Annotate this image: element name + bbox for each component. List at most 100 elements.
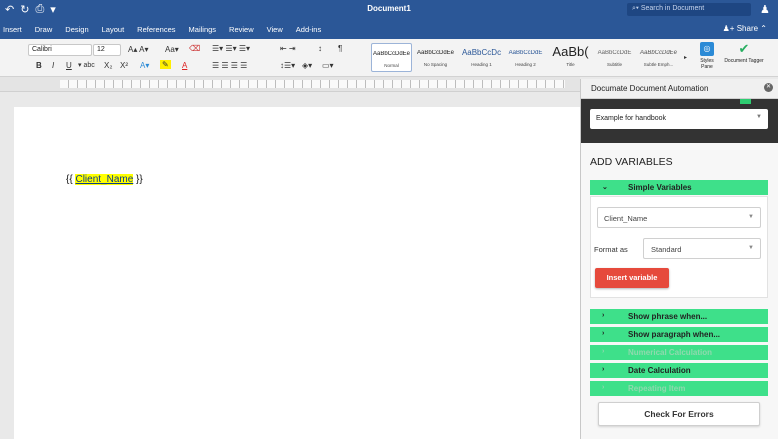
tab-draw[interactable]: Draw [35, 25, 53, 34]
tab-add-ins[interactable]: Add-ins [296, 25, 321, 34]
taskpane-body: ADD VARIABLES ⌄ Simple Variables Client_… [581, 143, 778, 439]
section-label: Show paragraph when... [628, 330, 721, 339]
paragraph-marks-icon[interactable]: ¶ [338, 44, 342, 53]
style-sample: AaBbCcDdEe [639, 50, 678, 56]
document-paragraph[interactable]: {{ Client_Name }} [66, 174, 143, 185]
style-sample: AaBbCcDdEe [372, 51, 411, 57]
interview-selector-panel: Example for handbook ▼ [581, 99, 778, 143]
bold-icon[interactable]: B [36, 61, 42, 70]
variable-token: Client_Name [75, 174, 134, 185]
ruler-scale [60, 80, 565, 88]
font-size-value: 12 [97, 46, 105, 53]
close-braces: }} [133, 174, 143, 185]
subscript-icon[interactable]: X₂ [104, 61, 112, 70]
variable-select-value: Client_Name [604, 214, 648, 223]
style-no-spacing[interactable]: AaBbCcDdEe No Spacing [415, 43, 456, 72]
share-icon: ♟+ [722, 24, 737, 33]
share-label: Share [736, 24, 759, 33]
style-sample: AaBbCcDdE [597, 50, 632, 56]
style-sample: AaBb( [552, 44, 589, 59]
line-spacing-icon[interactable]: ↕☰▾ [280, 61, 295, 70]
simple-variables-header[interactable]: ⌄ Simple Variables [590, 180, 768, 195]
style-title[interactable]: AaBb( Title [550, 43, 591, 72]
tab-insert[interactable]: Insert [3, 25, 22, 34]
superscript-icon[interactable]: X² [120, 61, 128, 70]
styles-pane-label: Styles Pane [700, 58, 714, 70]
style-subtle-emphasis[interactable]: AaBbCcDdEe Subtle Emph... [638, 43, 679, 72]
simple-variables-panel: Client_Name ▼ Format as Standard ▼ Inser… [590, 196, 768, 298]
section-label: Show phrase when... [628, 312, 708, 321]
tab-mailings[interactable]: Mailings [189, 25, 217, 34]
chevron-down-icon: ⌄ [602, 184, 608, 191]
indent-icon[interactable]: ⇤ ⇥ [280, 44, 296, 53]
chevron-right-icon: › [602, 312, 605, 319]
tab-references[interactable]: References [137, 25, 175, 34]
numerical-calculation-header[interactable]: › Numerical Calculation [590, 345, 768, 360]
style-subtitle[interactable]: AaBbCcDdE Subtitle [594, 43, 635, 72]
show-paragraph-header[interactable]: › Show paragraph when... [590, 327, 768, 342]
section-title: ADD VARIABLES [590, 156, 673, 168]
style-label: Subtle Emph... [643, 62, 674, 67]
font-grow-icon[interactable]: A▴ A▾ [128, 45, 148, 54]
document-tagger-button[interactable]: ✔ Document Tagger [724, 41, 764, 65]
ruler[interactable] [0, 77, 580, 92]
variable-select[interactable]: Client_Name ▼ [597, 207, 761, 228]
chevron-right-icon: › [602, 330, 605, 337]
style-heading-1[interactable]: AaBbCcDc Heading 1 [461, 43, 502, 72]
styles-pane-button[interactable]: ◎ Styles Pane [695, 42, 719, 70]
tab-review[interactable]: Review [229, 25, 254, 34]
check-for-errors-button[interactable]: Check For Errors [598, 402, 760, 426]
sort-icon[interactable]: ↕ [318, 44, 322, 53]
italic-icon[interactable]: I [52, 61, 54, 70]
tab-design[interactable]: Design [65, 25, 88, 34]
shading-icon[interactable]: ◈▾ [302, 61, 312, 70]
share-person-icon[interactable]: ♟ [760, 3, 770, 16]
documate-taskpane: Documate Document Automation ✕ Example f… [580, 79, 778, 439]
format-select[interactable]: Standard ▼ [643, 238, 761, 259]
style-label: No Spacing [423, 62, 448, 67]
styles-more-icon[interactable]: ▸ [684, 54, 687, 61]
date-calculation-header[interactable]: › Date Calculation [590, 363, 768, 378]
ribbon: Calibri 12 A▴ A▾ Aa▾ ⌫ ☰▾ ☰▾ ☰▾ ⇤ ⇥ ↕ ¶ … [0, 39, 778, 77]
tab-view[interactable]: View [267, 25, 283, 34]
document-tagger-label: Document Tagger [724, 58, 764, 64]
borders-icon[interactable]: ▭▾ [322, 61, 334, 70]
style-sample: AaBbCcDdE [508, 50, 543, 56]
text-effects-icon[interactable]: A▾ [140, 61, 149, 70]
format-label: Format as [594, 245, 628, 254]
underline-icon[interactable]: U [66, 61, 72, 70]
chevron-right-icon: › [602, 348, 605, 355]
taskpane-title: Documate Document Automation [591, 84, 709, 93]
close-icon[interactable]: ✕ [764, 83, 773, 92]
style-heading-2[interactable]: AaBbCcDdE Heading 2 [505, 43, 546, 72]
search-input[interactable]: ⌕▾ Search in Document [627, 3, 751, 16]
align-left-icon[interactable]: ☰ ☰ ☰ ☰ [212, 61, 247, 70]
font-name-select[interactable]: Calibri [28, 44, 92, 56]
font-color-icon[interactable]: A [182, 61, 187, 70]
style-sample: AaBbCcDc [461, 48, 502, 57]
share-button[interactable]: ♟+ Share ⌃ [723, 24, 767, 33]
insert-variable-button[interactable]: Insert variable [595, 268, 669, 288]
section-label: Numerical Calculation [628, 348, 713, 357]
style-normal[interactable]: AaBbCcDdEe Normal [371, 43, 412, 72]
highlight-icon[interactable]: ✎ [160, 60, 171, 69]
tab-layout[interactable]: Layout [102, 25, 125, 34]
chevron-down-icon: ▼ [748, 214, 754, 220]
accent-marker [740, 99, 751, 104]
strikethrough-icon[interactable]: ▾ abc [78, 61, 95, 69]
chevron-down-icon: ▼ [748, 245, 754, 251]
style-sample: AaBbCcDdEe [416, 50, 455, 56]
document-page[interactable]: {{ Client_Name }} [14, 107, 580, 439]
styles-pane-icon: ◎ [700, 42, 714, 56]
font-size-select[interactable]: 12 [93, 44, 121, 56]
tagger-check-icon: ✔ [738, 41, 750, 56]
show-phrase-header[interactable]: › Show phrase when... [590, 309, 768, 324]
interview-select[interactable]: Example for handbook ▼ [590, 109, 768, 129]
bullets-icon[interactable]: ☰▾ ☰▾ ☰▾ [212, 44, 250, 53]
chevron-right-icon: › [602, 384, 605, 391]
change-case-icon[interactable]: Aa▾ [165, 45, 179, 54]
clear-format-icon[interactable]: ⌫ [189, 44, 200, 53]
format-select-value: Standard [651, 245, 682, 254]
search-icon: ⌕▾ [632, 5, 641, 12]
repeating-item-header[interactable]: › Repeating Item [590, 381, 768, 396]
